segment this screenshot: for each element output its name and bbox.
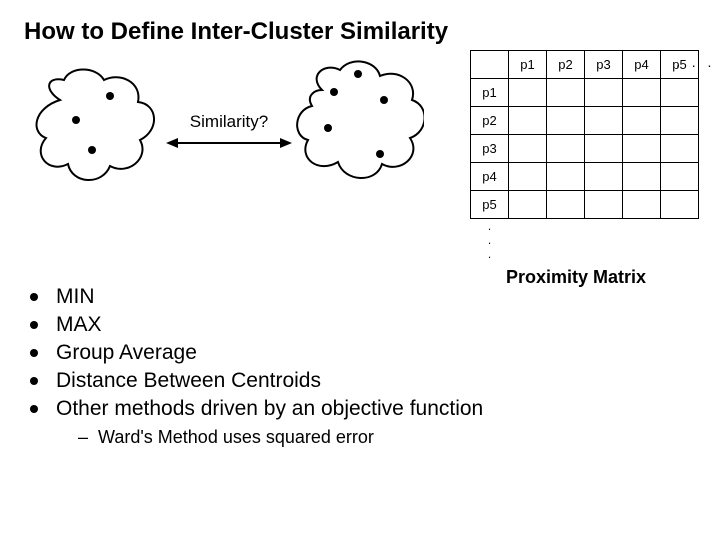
similarity-arrow: Similarity? bbox=[164, 112, 294, 157]
bullet-icon bbox=[30, 349, 38, 357]
proximity-matrix: p1 p2 p3 p4 p5 p1 p2 p3 p4 p5 . . . Prox… bbox=[470, 50, 699, 288]
method-label: Group Average bbox=[56, 341, 197, 365]
method-label: MIN bbox=[56, 285, 95, 309]
slide-title: How to Define Inter-Cluster Similarity bbox=[24, 18, 696, 46]
row-header: p2 bbox=[471, 107, 509, 135]
row-header: p1 bbox=[471, 79, 509, 107]
list-item: MAX bbox=[30, 313, 483, 337]
row-dots: . bbox=[471, 233, 509, 247]
col-header: p1 bbox=[509, 51, 547, 79]
col-header: p4 bbox=[623, 51, 661, 79]
list-item: Distance Between Centroids bbox=[30, 369, 483, 393]
bullet-icon bbox=[30, 405, 38, 413]
row-header: p4 bbox=[471, 163, 509, 191]
method-label: MAX bbox=[56, 313, 102, 337]
row-dots: . bbox=[471, 247, 509, 261]
sub-list-item: –Ward's Method uses squared error bbox=[78, 427, 483, 448]
bullet-icon bbox=[30, 293, 38, 301]
method-label: Other methods driven by an objective fun… bbox=[56, 397, 483, 421]
row-header: p5 bbox=[471, 191, 509, 219]
method-label: Distance Between Centroids bbox=[56, 369, 321, 393]
matrix-caption: Proximity Matrix bbox=[506, 267, 699, 288]
matrix-corner bbox=[471, 51, 509, 79]
row-dots: . bbox=[471, 219, 509, 233]
col-header: p3 bbox=[585, 51, 623, 79]
cluster-diagram: Similarity? bbox=[24, 58, 424, 218]
list-item: Group Average bbox=[30, 341, 483, 365]
similarity-label: Similarity? bbox=[164, 112, 294, 132]
sub-item-label: Ward's Method uses squared error bbox=[98, 427, 374, 447]
dash-icon: – bbox=[78, 427, 88, 447]
method-list: MIN MAX Group Average Distance Between C… bbox=[30, 285, 483, 448]
list-item: MIN bbox=[30, 285, 483, 309]
col-header: p2 bbox=[547, 51, 585, 79]
bullet-icon bbox=[30, 377, 38, 385]
bullet-icon bbox=[30, 321, 38, 329]
double-arrow-icon bbox=[164, 134, 294, 152]
col-ellipsis: . . . bbox=[676, 54, 715, 70]
list-item: Other methods driven by an objective fun… bbox=[30, 397, 483, 421]
matrix-table: p1 p2 p3 p4 p5 p1 p2 p3 p4 p5 . . . bbox=[470, 50, 699, 261]
row-header: p3 bbox=[471, 135, 509, 163]
